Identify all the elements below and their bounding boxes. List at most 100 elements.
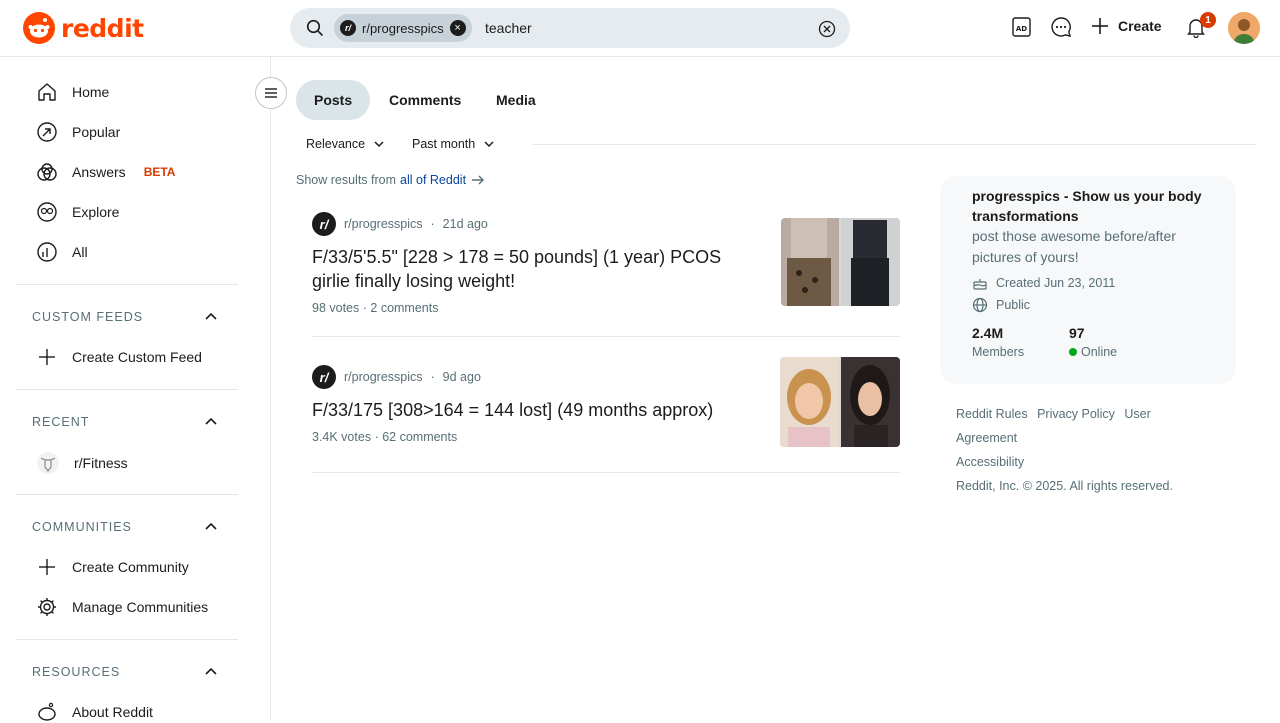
svg-text:AD: AD (1016, 25, 1027, 33)
post-title[interactable]: F/33/5'5.5" [228 > 178 = 50 pounds] (1 y… (312, 245, 752, 293)
plus-icon (1092, 18, 1108, 34)
footer-link-rules[interactable]: Reddit Rules (956, 407, 1028, 421)
chevron-up-icon[interactable] (204, 520, 218, 534)
resources-title: RESOURCES (32, 665, 121, 679)
search-input[interactable]: teacher (485, 20, 532, 36)
reddit-logo[interactable]: reddit (23, 12, 144, 44)
tab-media[interactable]: Media (478, 80, 554, 120)
chat-icon[interactable] (1050, 16, 1072, 38)
chevron-down-icon (374, 141, 384, 148)
create-community-button[interactable]: Create Community (36, 556, 189, 578)
chevron-up-icon[interactable] (204, 665, 218, 679)
notification-badge: 1 (1200, 12, 1216, 28)
online-label: Online (1081, 345, 1118, 359)
chevron-up-icon[interactable] (204, 415, 218, 429)
search-bar[interactable]: r/ r/progresspics × teacher (290, 8, 850, 48)
custom-feeds-title: CUSTOM FEEDS (32, 310, 144, 324)
post-divider (312, 336, 900, 337)
search-result-post[interactable]: r/ r/progresspics · 21d ago F/33/5'5.5" … (312, 212, 900, 322)
sidebar-divider (16, 284, 238, 285)
community-created: Created Jun 23, 2011 (972, 275, 1115, 291)
community-visibility: Public (972, 297, 1030, 313)
subreddit-icon: r/ (340, 20, 356, 36)
tab-posts[interactable]: Posts (296, 80, 371, 120)
sort-divider (533, 144, 1256, 145)
post-thumbnail[interactable] (781, 218, 900, 306)
remove-scope-icon[interactable]: × (449, 20, 466, 36)
cake-icon (973, 279, 987, 290)
user-avatar[interactable] (1228, 12, 1260, 44)
subreddit-icon: r/ (312, 212, 336, 236)
answers-icon (37, 163, 57, 181)
post-thumbnail[interactable] (780, 357, 900, 447)
search-scope-chip[interactable]: r/ r/progresspics × (334, 14, 472, 42)
tab-comments[interactable]: Comments (371, 80, 479, 120)
manage-communities-button[interactable]: Manage Communities (36, 596, 208, 618)
footer-links: Reddit Rules Privacy Policy User Agreeme… (956, 402, 1216, 498)
post-stats: 3.4K votes · 62 comments (312, 430, 458, 444)
sidebar-divider (16, 494, 238, 495)
chevron-up-icon[interactable] (204, 310, 218, 324)
post-subreddit[interactable]: r/progresspics (344, 370, 423, 384)
clear-search-icon[interactable] (818, 20, 836, 38)
before-after-photo (780, 357, 900, 447)
sort-time-dropdown[interactable]: Past month (412, 137, 495, 151)
chevron-down-icon (484, 141, 494, 148)
footer-copyright: Reddit, Inc. © 2025. All rights reserved… (956, 479, 1173, 493)
post-votes: 3.4K votes (312, 430, 372, 444)
post-subreddit[interactable]: r/progresspics (344, 217, 423, 231)
plus-icon (39, 559, 55, 575)
before-after-photo (781, 218, 900, 306)
sidebar-item-fitness[interactable]: r/Fitness (36, 451, 128, 475)
arrow-right-icon[interactable] (470, 173, 486, 187)
footer-link-privacy[interactable]: Privacy Policy (1037, 407, 1115, 421)
home-icon (38, 83, 56, 101)
search-result-post[interactable]: r/ r/progresspics · 9d ago F/33/175 [308… (312, 357, 900, 460)
sidebar-item-answers[interactable]: Answers BETA (36, 161, 175, 183)
sidebar-divider (16, 389, 238, 390)
top-header: reddit r/ r/progresspics × teacher AD Cr… (0, 0, 1280, 57)
post-stats: 98 votes · 2 comments (312, 301, 439, 315)
post-comments: 62 comments (382, 430, 458, 444)
logo-text: reddit (61, 13, 144, 43)
search-scope-label: r/progresspics (362, 20, 444, 36)
popular-icon (37, 122, 57, 142)
reddit-snoo-icon (23, 12, 55, 44)
members-count: 2.4M (972, 325, 1004, 341)
create-custom-feed-button[interactable]: Create Custom Feed (36, 346, 202, 368)
sidebar-item-explore[interactable]: Explore (36, 201, 119, 223)
post-divider (312, 472, 900, 473)
beta-badge: BETA (143, 165, 176, 179)
create-label: Create (1118, 18, 1162, 34)
online-indicator: Online (1069, 345, 1117, 359)
footer-link-accessibility[interactable]: Accessibility (956, 455, 1024, 469)
sort-time-label: Past month (412, 137, 476, 151)
all-of-reddit-link[interactable]: all of Reddit (400, 173, 466, 187)
globe-icon (972, 297, 988, 313)
explore-icon (37, 202, 57, 222)
menu-icon (265, 88, 277, 98)
community-info-card: progresspics - Show us your body transfo… (940, 176, 1236, 384)
post-age: 9d ago (442, 370, 481, 384)
advertise-icon[interactable]: AD (1011, 16, 1033, 38)
gear-icon (38, 598, 56, 616)
create-button[interactable]: Create (1090, 16, 1162, 36)
plus-icon (39, 349, 55, 365)
sidebar-item-popular[interactable]: Popular (36, 121, 120, 143)
left-sidebar: Home Popular Answers BETA Explore All CU… (0, 57, 271, 721)
sort-relevance-dropdown[interactable]: Relevance (306, 137, 385, 151)
sort-relevance-label: Relevance (306, 137, 366, 151)
online-count: 97 (1069, 325, 1085, 341)
sidebar-divider (16, 639, 238, 640)
sidebar-item-home[interactable]: Home (36, 81, 109, 103)
fitness-community-icon (37, 452, 59, 474)
communities-title: COMMUNITIES (32, 520, 132, 534)
post-age: 21d ago (442, 217, 488, 231)
collapse-sidebar-button[interactable] (255, 77, 287, 109)
community-description: post those awesome before/after pictures… (972, 228, 1176, 265)
sidebar-item-all[interactable]: All (36, 241, 88, 263)
community-title[interactable]: progresspics - Show us your body transfo… (972, 186, 1212, 226)
members-label: Members (972, 345, 1025, 359)
post-title[interactable]: F/33/175 [308>164 = 144 lost] (49 months… (312, 398, 762, 422)
recent-title: RECENT (32, 415, 90, 429)
